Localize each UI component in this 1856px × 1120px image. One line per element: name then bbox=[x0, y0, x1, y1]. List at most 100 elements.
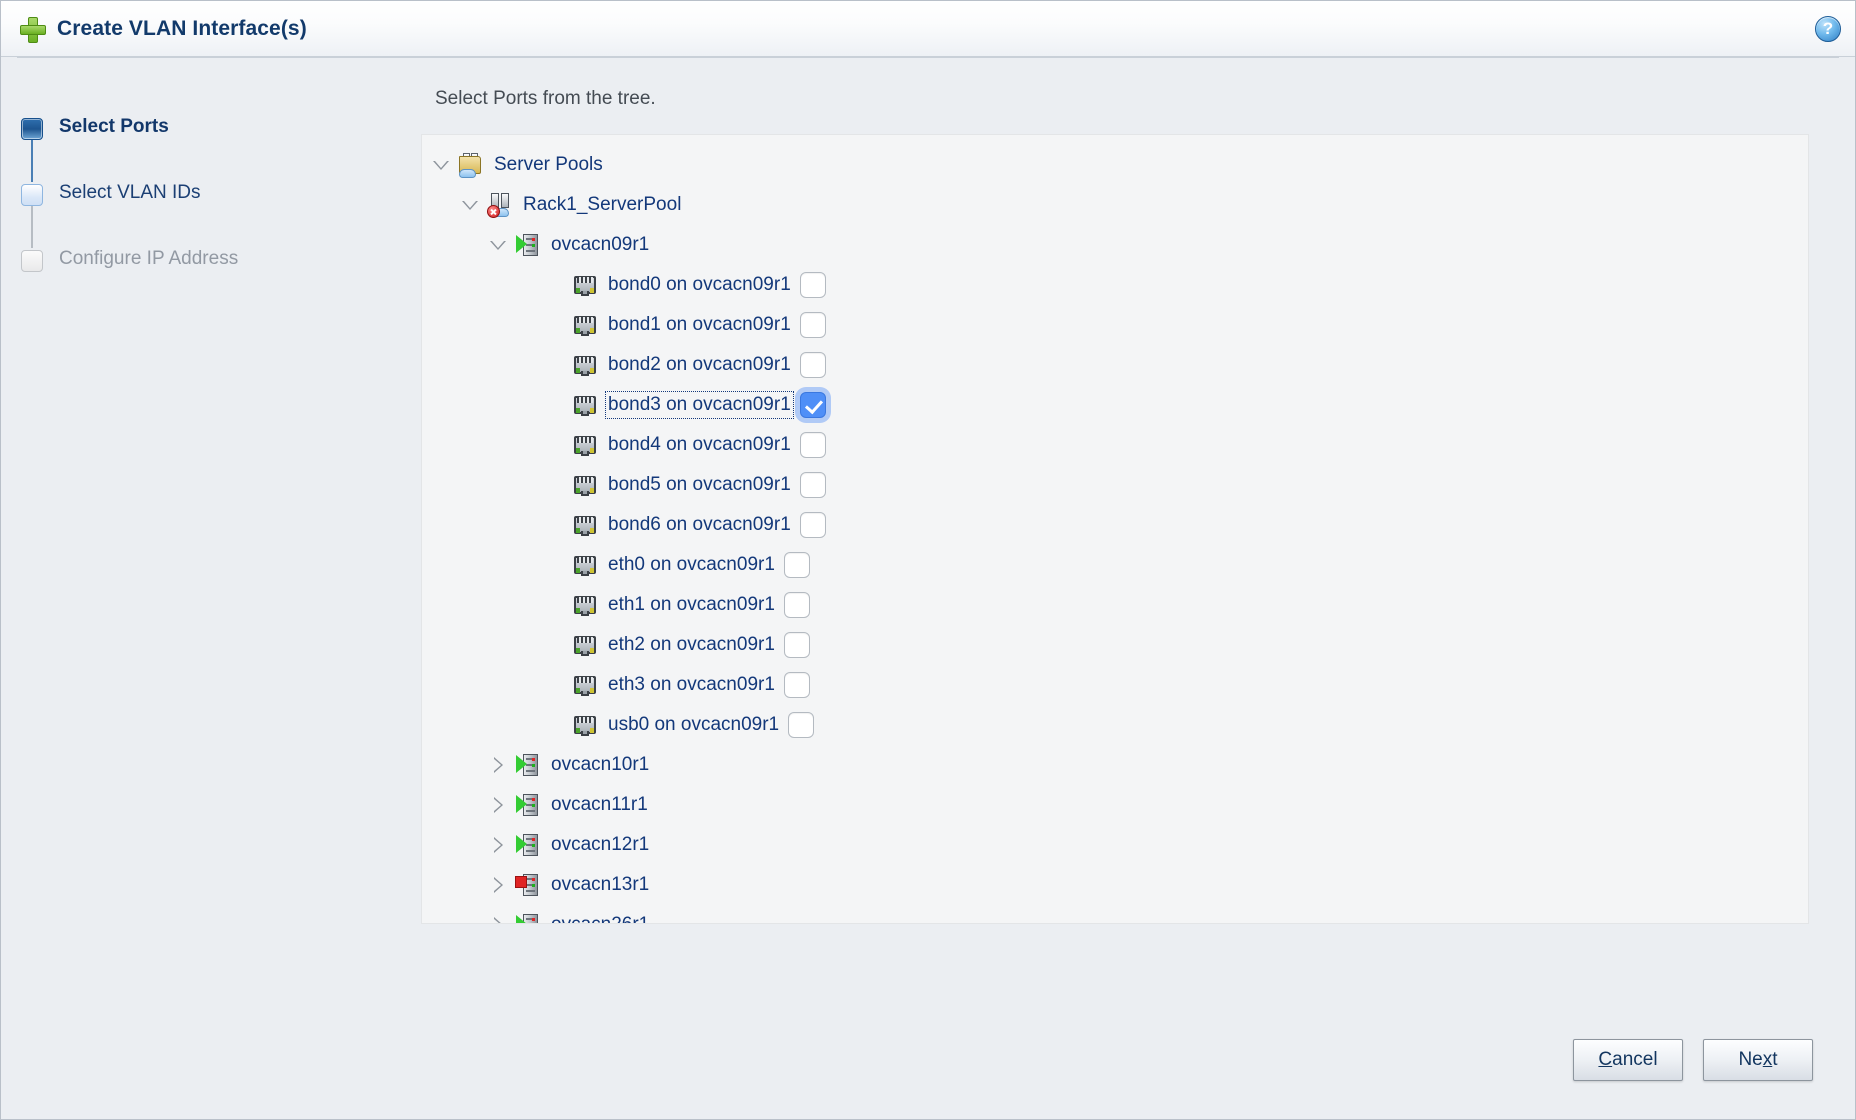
step-label: Select Ports bbox=[59, 116, 169, 138]
tree-node-label: eth3 on ovcacn09r1 bbox=[608, 674, 775, 696]
step-label: Configure IP Address bbox=[59, 248, 238, 270]
port-checkbox[interactable] bbox=[800, 512, 826, 538]
port-checkbox[interactable] bbox=[800, 432, 826, 458]
tree-node-label: bond4 on ovcacn09r1 bbox=[608, 434, 791, 456]
compute-node-running-icon bbox=[515, 912, 541, 924]
server-pool-error-icon bbox=[487, 192, 513, 218]
ethernet-port-icon bbox=[572, 432, 598, 458]
ethernet-port-icon bbox=[572, 352, 598, 378]
dialog-titlebar: Create VLAN Interface(s) ? bbox=[1, 1, 1855, 57]
tree-node[interactable]: Server Pools bbox=[422, 145, 1808, 185]
tree-node[interactable]: bond2 on ovcacn09r1 bbox=[422, 345, 1808, 385]
button-mnemonic: C bbox=[1598, 1049, 1612, 1071]
instruction-text: Select Ports from the tree. bbox=[435, 88, 1809, 110]
tree-node-label: ovcacn11r1 bbox=[551, 794, 648, 816]
button-label-suffix: ancel bbox=[1612, 1049, 1657, 1071]
tree-node[interactable]: bond1 on ovcacn09r1 bbox=[422, 305, 1808, 345]
tree-node-label: ovcacn10r1 bbox=[551, 754, 649, 776]
step-connector bbox=[31, 140, 33, 182]
ethernet-port-icon bbox=[572, 552, 598, 578]
cancel-button[interactable]: Cancel bbox=[1573, 1039, 1683, 1081]
chevron-down-icon[interactable] bbox=[430, 154, 452, 176]
tree-node[interactable]: eth1 on ovcacn09r1 bbox=[422, 585, 1808, 625]
port-checkbox[interactable] bbox=[788, 712, 814, 738]
ethernet-port-icon bbox=[572, 592, 598, 618]
tree-node-label: bond6 on ovcacn09r1 bbox=[608, 514, 791, 536]
tree-node-label: ovcacn13r1 bbox=[551, 874, 649, 896]
wizard-step-select-ports[interactable]: Select Ports bbox=[21, 116, 421, 182]
tree-node[interactable]: ovcacn11r1 bbox=[422, 785, 1808, 825]
chevron-down-icon[interactable] bbox=[459, 194, 481, 216]
tree-node[interactable]: ovcacn12r1 bbox=[422, 825, 1808, 865]
wizard-steps: Select Ports Select VLAN IDs Configure IP … bbox=[1, 88, 421, 1019]
button-label-prefix: Ne bbox=[1738, 1049, 1762, 1071]
wizard-step-select-vlan-ids[interactable]: Select VLAN IDs bbox=[21, 182, 421, 248]
tree-node[interactable]: bond4 on ovcacn09r1 bbox=[422, 425, 1808, 465]
ethernet-port-icon bbox=[572, 512, 598, 538]
port-checkbox[interactable] bbox=[800, 472, 826, 498]
chevron-right-icon[interactable] bbox=[487, 794, 509, 816]
chevron-right-icon[interactable] bbox=[487, 914, 509, 924]
tree-node-label: bond5 on ovcacn09r1 bbox=[608, 474, 791, 496]
tree-node[interactable]: bond0 on ovcacn09r1 bbox=[422, 265, 1808, 305]
port-checkbox[interactable] bbox=[800, 272, 826, 298]
help-icon[interactable]: ? bbox=[1815, 16, 1841, 42]
chevron-right-icon[interactable] bbox=[487, 754, 509, 776]
tree-node[interactable]: Rack1_ServerPool bbox=[422, 185, 1808, 225]
port-checkbox[interactable] bbox=[800, 352, 826, 378]
tree-node-label: ovcacn26r1 bbox=[551, 914, 649, 924]
step-marker-icon bbox=[21, 250, 43, 272]
tree-node[interactable]: bond6 on ovcacn09r1 bbox=[422, 505, 1808, 545]
next-button[interactable]: Next bbox=[1703, 1039, 1813, 1081]
step-connector bbox=[31, 206, 33, 248]
tree-node-label: usb0 on ovcacn09r1 bbox=[608, 714, 779, 736]
tree-node-label: eth1 on ovcacn09r1 bbox=[608, 594, 775, 616]
chevron-down-icon[interactable] bbox=[487, 234, 509, 256]
dialog-footer: Cancel Next bbox=[1, 1019, 1855, 1119]
tree-node-label: Rack1_ServerPool bbox=[523, 194, 681, 216]
ethernet-port-icon bbox=[572, 672, 598, 698]
port-checkbox[interactable] bbox=[784, 592, 810, 618]
tree-node[interactable]: ovcacn13r1 bbox=[422, 865, 1808, 905]
step-label: Select VLAN IDs bbox=[59, 182, 201, 204]
compute-node-running-icon bbox=[515, 792, 541, 818]
plus-icon bbox=[19, 16, 45, 42]
tree-node[interactable]: eth3 on ovcacn09r1 bbox=[422, 665, 1808, 705]
tree-node[interactable]: ovcacn09r1 bbox=[422, 225, 1808, 265]
tree-node-label: bond2 on ovcacn09r1 bbox=[608, 354, 791, 376]
button-mnemonic: x bbox=[1763, 1049, 1773, 1071]
tree-node[interactable]: eth0 on ovcacn09r1 bbox=[422, 545, 1808, 585]
compute-node-error-icon bbox=[515, 872, 541, 898]
tree-node-label: bond3 on ovcacn09r1 bbox=[608, 394, 791, 416]
step-marker-icon bbox=[21, 118, 43, 140]
tree-node[interactable]: usb0 on ovcacn09r1 bbox=[422, 705, 1808, 745]
tree-node-label: bond0 on ovcacn09r1 bbox=[608, 274, 791, 296]
button-label-suffix: t bbox=[1772, 1049, 1777, 1071]
step-marker-icon bbox=[21, 184, 43, 206]
tree-node[interactable]: bond5 on ovcacn09r1 bbox=[422, 465, 1808, 505]
chevron-right-icon[interactable] bbox=[487, 874, 509, 896]
ethernet-port-icon bbox=[572, 712, 598, 738]
port-tree-panel[interactable]: Server Pools Rack1_ServerPool ovcacn09r1 bo… bbox=[421, 134, 1809, 924]
page-title: Create VLAN Interface(s) bbox=[57, 17, 307, 41]
ethernet-port-icon bbox=[572, 472, 598, 498]
wizard-step-configure-ip-address: Configure IP Address bbox=[21, 248, 421, 314]
tree-node-label: bond1 on ovcacn09r1 bbox=[608, 314, 791, 336]
tree-node[interactable]: ovcacn26r1 bbox=[422, 905, 1808, 924]
ethernet-port-icon bbox=[572, 392, 598, 418]
port-checkbox[interactable] bbox=[784, 552, 810, 578]
tree-node[interactable]: bond3 on ovcacn09r1 bbox=[422, 385, 1808, 425]
server-pools-folder-icon bbox=[458, 152, 484, 178]
tree-node-label: eth0 on ovcacn09r1 bbox=[608, 554, 775, 576]
ethernet-port-icon bbox=[572, 272, 598, 298]
tree-node[interactable]: ovcacn10r1 bbox=[422, 745, 1808, 785]
chevron-right-icon[interactable] bbox=[487, 834, 509, 856]
port-checkbox[interactable] bbox=[784, 632, 810, 658]
compute-node-running-icon bbox=[515, 232, 541, 258]
port-tree: Server Pools Rack1_ServerPool ovcacn09r1 bo… bbox=[422, 135, 1808, 924]
port-checkbox[interactable] bbox=[800, 312, 826, 338]
ethernet-port-icon bbox=[572, 312, 598, 338]
port-checkbox[interactable] bbox=[800, 392, 826, 418]
port-checkbox[interactable] bbox=[784, 672, 810, 698]
tree-node[interactable]: eth2 on ovcacn09r1 bbox=[422, 625, 1808, 665]
